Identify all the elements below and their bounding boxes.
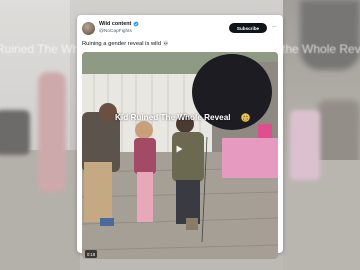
tweet-text: Ruining a gender reveal is wild 💀	[82, 41, 169, 47]
skull-emoji-icon: 💀	[162, 41, 170, 47]
bg-caption-right: the Whole Reveal	[282, 42, 360, 56]
video-woman-boot	[186, 218, 198, 230]
video-girl-head	[135, 121, 153, 139]
video-table	[222, 138, 278, 178]
video-girl-shirt	[134, 138, 156, 174]
video-woman-pants	[176, 180, 200, 224]
video-woman-jacket	[172, 132, 204, 182]
subscribe-button[interactable]: Subscribe	[229, 23, 267, 33]
video-man-shorts	[84, 162, 112, 222]
verified-badge-icon	[133, 21, 139, 27]
tweet-text-body: Ruining a gender reveal is wild	[82, 41, 161, 47]
video-player[interactable]: Kid Ruined The Whole Reveal 0:18	[82, 52, 278, 259]
author-handle[interactable]: @NoCapFights	[99, 29, 132, 34]
grimace-emoji-icon	[241, 113, 250, 122]
video-frame	[82, 52, 278, 259]
tweet-card[interactable]: Wild content @NoCapFights Subscribe ··· …	[77, 15, 283, 259]
video-man-shoe	[100, 218, 114, 226]
video-caption: Kid Ruined The Whole Reveal	[115, 113, 231, 122]
video-duration-badge: 0:18	[85, 250, 98, 258]
video-gift	[258, 124, 272, 138]
avatar[interactable]	[82, 22, 95, 35]
more-icon[interactable]: ···	[272, 24, 277, 30]
author-row: Wild content	[99, 21, 139, 27]
video-girl-leggings	[137, 172, 153, 222]
play-icon[interactable]	[174, 144, 184, 154]
author-name[interactable]: Wild content	[99, 21, 131, 27]
